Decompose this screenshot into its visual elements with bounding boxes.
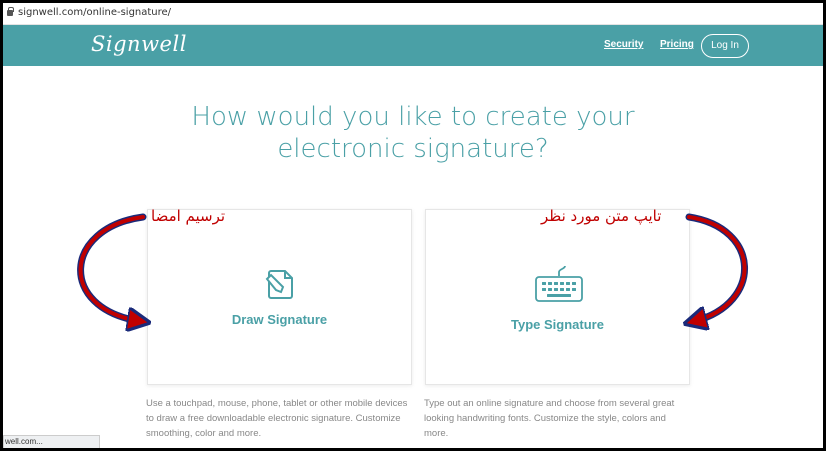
right-annotation-arrow — [685, 213, 748, 325]
annotation-type-persian: تایپ متن مورد نظر — [541, 207, 662, 225]
annotation-arrows — [77, 213, 748, 448]
annotation-draw-persian: ترسیم امضا — [151, 207, 226, 225]
browser-window: signwell.com/online-signature/ Signwell … — [3, 3, 823, 448]
status-bar-url: well.com... — [3, 435, 100, 448]
left-annotation-arrow — [77, 213, 147, 325]
